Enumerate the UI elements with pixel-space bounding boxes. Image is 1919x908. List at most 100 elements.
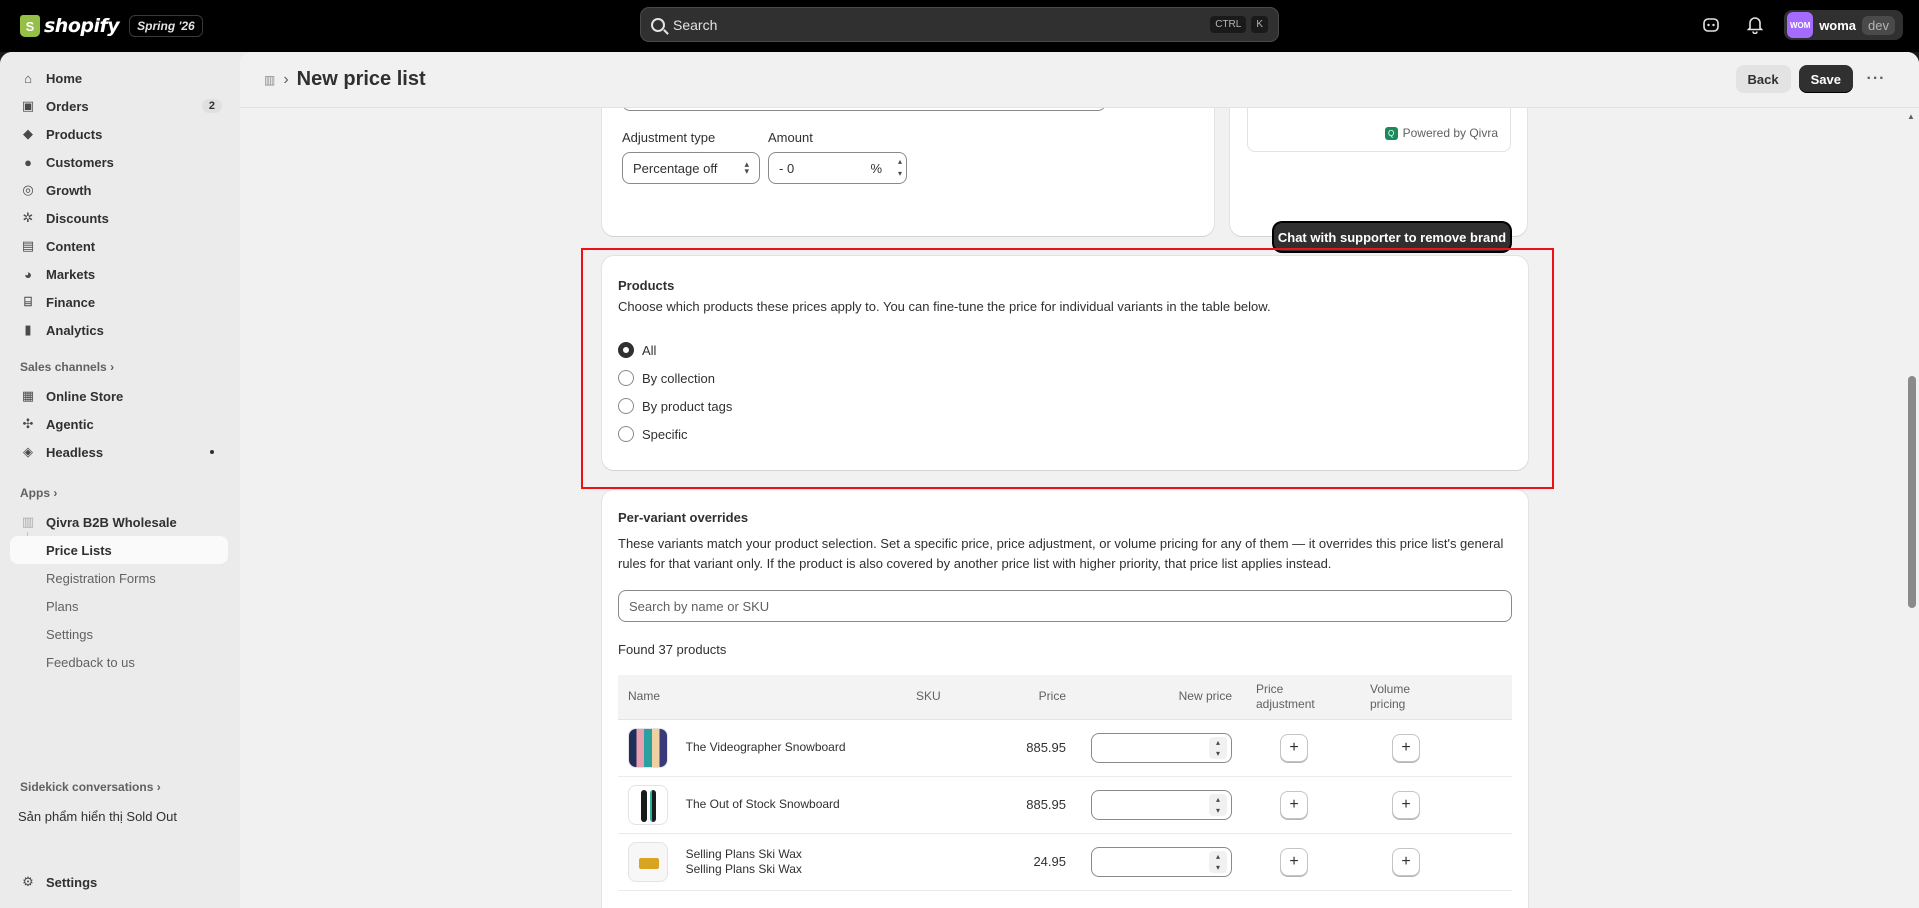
overrides-title: Per-variant overrides [618,510,749,525]
add-price-adjustment-button[interactable]: + [1280,790,1308,819]
col-volume-pricing: Volume pricing [1362,675,1512,720]
stepper-icon[interactable]: ▴ ▾ [1209,736,1227,759]
sidekick-heading[interactable]: Sidekick conversations › [20,780,161,794]
shortcut-ctrl: CTRL [1210,16,1247,33]
col-new-price: New price [1076,675,1242,720]
radio-by-collection[interactable]: By collection [618,370,715,386]
radio-all[interactable]: All [618,342,656,358]
sidebar-item-headless[interactable]: ◈ Headless [10,438,228,466]
bell-icon[interactable] [1740,10,1770,40]
store-avatar: WOM [1787,12,1814,38]
radio-by-product-tags[interactable]: By product tags [618,398,732,414]
product-price: 885.95 [996,776,1076,834]
table-row[interactable]: The Videographer Snowboard 885.95 ▴ ▾ + + [618,719,1512,777]
override-search-input[interactable]: Search by name or SKU [618,590,1512,622]
product-thumbnail [628,841,668,882]
store-name: woma [1819,17,1857,33]
radio-button[interactable] [618,370,634,386]
back-button[interactable]: Back [1735,65,1791,93]
sidebar-item-feedback[interactable]: Feedback to us [10,648,228,676]
sidebar-item-markets[interactable]: ◕ Markets [10,260,228,288]
sidebar-item-analytics[interactable]: ▮ Analytics [10,316,228,344]
sidebar: ⌂ Home ▣ Orders 2 ◆ Products ● Customers ◎ Gro… [0,52,240,908]
stepper-icon[interactable]: ▴ ▾ [1209,850,1227,873]
sidekick-icon[interactable] [1696,10,1726,40]
chevron-right-icon: › [156,780,161,794]
status-dot [210,450,214,454]
sidebar-item-home[interactable]: ⌂ Home [10,64,228,92]
table-row[interactable]: Selling Plans Ski Wax Selling Plans Ski W… [618,833,1512,891]
agentic-icon: ✣ [22,416,34,431]
sidebar-item-price-lists[interactable]: Price Lists [10,536,228,564]
amount-input[interactable]: - 0 % ▴ ▾ [768,152,907,184]
radio-button[interactable] [618,398,634,414]
sidebar-item-settings[interactable]: ⚙ Settings [10,868,228,896]
global-search[interactable]: Search CTRL K [640,7,1279,42]
sidebar-item-products[interactable]: ◆ Products [10,120,228,148]
sidebar-item-content[interactable]: ▤ Content [10,232,228,260]
product-sku [906,833,996,891]
gear-icon: ⚙ [22,874,34,889]
sidebar-item-agentic[interactable]: ✣ Agentic [10,410,228,438]
add-price-adjustment-button[interactable]: + [1280,733,1308,762]
edition-badge[interactable]: Spring '26 [129,15,203,37]
new-price-input[interactable]: ▴ ▾ [1091,732,1232,763]
sidebar-item-registration-forms[interactable]: Registration Forms [10,564,228,592]
amount-stepper-icon[interactable]: ▴ ▾ [898,156,902,180]
chevron-right-icon: › [53,486,58,500]
products-card-title: Products [618,278,675,293]
main-content: ▥ › New price list Back Save ··· Adjustm… [240,52,1919,908]
store-switcher[interactable]: WOM woma dev [1784,10,1903,40]
app-breadcrumb-icon[interactable]: ▥ [264,73,275,87]
radio-specific[interactable]: Specific [618,426,688,442]
scroll-up-icon[interactable]: ▲ [1907,112,1915,121]
page-scrollbar[interactable]: ▲ [1904,108,1919,908]
sidebar-item-finance[interactable]: ⌸ Finance [10,288,228,316]
remove-brand-button[interactable]: Chat with supporter to remove brand [1274,223,1510,251]
bank-icon: ⌸ [24,294,32,309]
sidebar-item-customers[interactable]: ● Customers [10,148,228,176]
add-price-adjustment-button[interactable]: + [1280,847,1308,876]
new-price-input[interactable]: ▴ ▾ [1091,789,1232,820]
col-sku[interactable]: SKU [906,675,996,720]
sidebar-item-app-settings[interactable]: Settings [10,620,228,648]
top-bar: S shopify Spring '26 Search CTRL K WOM w… [0,0,1919,52]
col-price[interactable]: Price [996,675,1076,720]
sidebar-item-discounts[interactable]: ✲ Discounts [10,204,228,232]
sidebar-item-orders[interactable]: ▣ Orders 2 [10,92,228,120]
shopify-logo[interactable]: S shopify [20,15,120,37]
sidebar-item-online-store[interactable]: ▦ Online Store [10,382,228,410]
product-name: The Videographer Snowboard [685,740,846,754]
add-volume-pricing-button[interactable]: + [1392,790,1420,819]
sales-channels-heading[interactable]: Sales channels › [20,360,114,374]
store-tag: dev [1862,15,1895,35]
add-volume-pricing-button[interactable]: + [1392,847,1420,876]
page-title: New price list [296,68,426,90]
apps-heading[interactable]: Apps › [20,486,57,500]
percent-suffix: % [870,160,882,176]
amount-label: Amount [768,130,813,145]
new-price-input[interactable]: ▴ ▾ [1091,846,1232,877]
image-icon: ▤ [21,238,35,253]
discount-icon: ✲ [22,210,34,225]
qivra-logo-icon: Q [1384,126,1398,140]
variant-name: Selling Plans Ski Wax [685,861,802,876]
adjustment-type-select[interactable]: Percentage off ▴ ▾ [622,152,760,184]
sidekick-conversation-item[interactable]: Sản phẩm hiển thị Sold Out [10,802,228,830]
stepper-icon[interactable]: ▴ ▾ [1209,793,1227,816]
breadcrumb-chevron-icon: › [283,70,289,88]
sidebar-item-growth[interactable]: ◎ Growth [10,176,228,204]
sidebar-item-plans[interactable]: Plans [10,592,228,620]
radio-button[interactable] [618,426,634,442]
table-row[interactable]: The Out of Stock Snowboard 885.95 ▴ ▾ + + [618,776,1512,834]
save-button[interactable]: Save [1798,65,1853,93]
add-volume-pricing-button[interactable]: + [1392,733,1420,762]
more-actions-icon[interactable]: ··· [1861,65,1891,93]
scrollbar-thumb[interactable] [1908,376,1916,608]
sidebar-item-qivra-app[interactable]: ▥ Qivra B2B Wholesale [10,508,228,536]
adjustment-type-label: Adjustment type [622,130,716,145]
chevron-right-icon: › [110,360,115,374]
products-card-description: Choose which products these prices apply… [618,299,1271,314]
radio-button[interactable] [618,342,634,358]
col-name[interactable]: Name [618,675,906,720]
